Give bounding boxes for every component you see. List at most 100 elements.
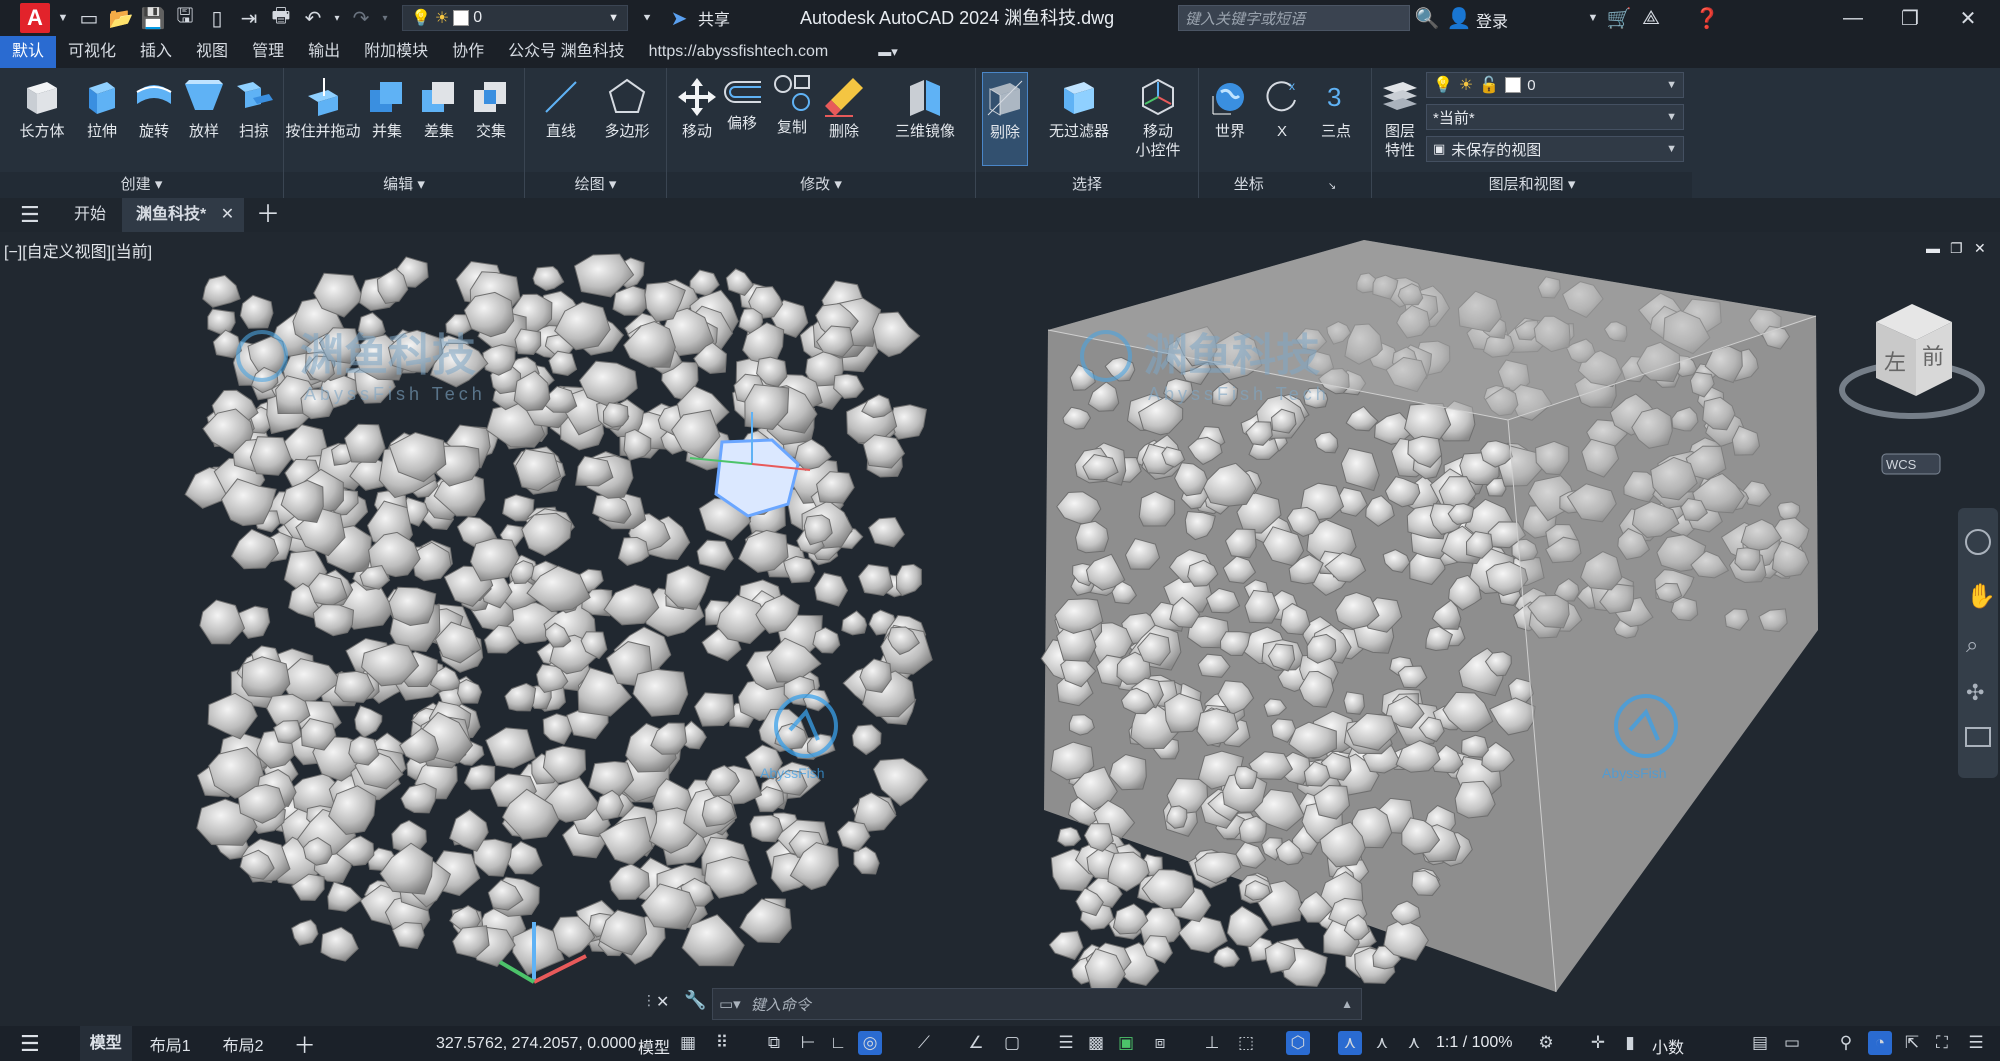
user-icon[interactable]: 👤 — [1446, 4, 1472, 32]
3point-ucs-tool[interactable]: 3 三点 — [1309, 68, 1363, 141]
panel-title-edit[interactable]: 编辑 ▾ — [284, 172, 524, 198]
wcs-menu[interactable]: WCS — [1881, 453, 1941, 475]
save-icon[interactable]: 💾 — [140, 4, 166, 32]
selection-filter-icon[interactable]: ⬚ — [1234, 1031, 1258, 1055]
lineweight-icon[interactable]: ☰ — [1054, 1031, 1078, 1055]
add-layout-icon[interactable]: ＋ — [294, 1028, 316, 1060]
object-snap-icon[interactable]: ▢ — [1000, 1031, 1024, 1055]
customize-toolbar-icon[interactable]: ⯆ — [634, 4, 660, 32]
tab-collaborate[interactable]: 协作 — [440, 36, 496, 68]
hamburger-menu-icon[interactable]: ☰ — [20, 198, 40, 232]
erase-tool[interactable]: 删除 — [817, 68, 871, 141]
layer-properties-tool[interactable]: 图层 特性 — [1374, 68, 1426, 160]
gizmo-status-icon[interactable]: ⬡ — [1286, 1031, 1310, 1055]
ribbon-options-icon[interactable]: ▬▾ — [866, 36, 910, 68]
sweep-tool[interactable]: 扫掠 — [224, 68, 284, 141]
navigation-bar[interactable]: ✋ ⌕ ✣ — [1958, 508, 1998, 778]
culling-tool[interactable]: 剔除 — [982, 72, 1028, 166]
no-filter-tool[interactable]: 无过滤器 — [1044, 68, 1114, 141]
copy-tool[interactable]: 复制 — [765, 68, 819, 137]
share-button[interactable]: 共享 — [698, 6, 730, 30]
hardware-acceleration-icon[interactable]: ◔ — [1868, 1031, 1892, 1055]
panel-title-create[interactable]: 创建 ▾ — [0, 172, 283, 198]
polar-tracking-icon[interactable]: ◎ — [858, 1031, 882, 1055]
x-ucs-tool[interactable]: x X — [1255, 68, 1309, 141]
transparency-icon[interactable]: ▩ — [1084, 1031, 1108, 1055]
help-icon[interactable]: ❓ — [1694, 4, 1720, 32]
command-customize-icon[interactable]: 🔧 — [684, 990, 706, 1011]
extrude-tool[interactable]: 拉伸 — [72, 68, 132, 141]
undo-icon[interactable]: ↶ — [300, 4, 326, 32]
clean-screen-icon[interactable]: ⇱ — [1900, 1031, 1924, 1055]
panel-title-draw[interactable]: 绘图 ▾ — [525, 172, 666, 198]
new-tab-icon[interactable]: ＋ — [256, 198, 280, 232]
line-tool[interactable]: 直线 — [531, 68, 591, 141]
import-icon[interactable]: ⇥ — [236, 4, 262, 32]
tab-wechat[interactable]: 公众号 渊鱼科技 — [496, 36, 636, 68]
minimize-icon[interactable]: — — [1840, 4, 1866, 32]
units-icon[interactable]: ▮ — [1618, 1031, 1642, 1055]
command-input[interactable]: 键入命令 — [751, 994, 811, 1015]
annotation-monitor-icon[interactable]: ✛ — [1586, 1031, 1610, 1055]
tab-addins[interactable]: 附加模块 — [352, 36, 440, 68]
snap-icon[interactable]: ⠿ — [710, 1031, 734, 1055]
tab-start[interactable]: 开始 — [74, 198, 106, 232]
close-tab-icon[interactable]: ✕ — [221, 206, 234, 223]
ortho-icon[interactable]: ∟ — [826, 1031, 850, 1055]
tab-manage[interactable]: 管理 — [240, 36, 296, 68]
infer-constraints-icon[interactable]: ⧉ — [762, 1031, 786, 1055]
tab-view[interactable]: 视图 — [184, 36, 240, 68]
workspace-gear-icon[interactable]: ⚙ — [1534, 1031, 1558, 1055]
3d-object-snap-icon[interactable]: ⧈ — [1148, 1031, 1172, 1055]
share-icon[interactable]: ➤ — [666, 4, 692, 32]
fullscreen-icon[interactable]: ⛶ — [1930, 1031, 1954, 1055]
layout-tab-1[interactable]: 布局1 — [150, 1032, 191, 1056]
box-tool[interactable]: 长方体 — [12, 68, 72, 141]
new-file-icon[interactable]: ▭ — [76, 4, 102, 32]
3d-mirror-tool[interactable]: 三维镜像 — [885, 68, 965, 141]
search-icon[interactable]: 🔍 — [1414, 4, 1440, 32]
isodraft-icon[interactable]: ⟋ — [912, 1031, 936, 1055]
cart-icon[interactable]: 🛒 — [1606, 4, 1632, 32]
undo-dropdown-icon[interactable]: ▾ — [332, 4, 342, 32]
intersect-tool[interactable]: 交集 — [466, 68, 516, 141]
command-history-icon[interactable]: ▭▾ — [719, 995, 741, 1013]
redo-icon[interactable]: ↷ — [348, 4, 374, 32]
account-dropdown-icon[interactable]: ▼ — [1580, 4, 1606, 32]
drawing-viewport[interactable]: 渊鱼科技 AbyssFish Tech 渊鱼科技 AbyssFish Tech … — [0, 232, 2000, 1026]
restore-icon[interactable]: ❐ — [1897, 4, 1923, 32]
redo-dropdown-icon[interactable]: ▾ — [380, 4, 390, 32]
dynamic-ucs-icon[interactable]: ⊥ — [1200, 1031, 1224, 1055]
visual-style-dropdown[interactable]: *当前* ▼ — [1426, 104, 1684, 130]
app-logo[interactable]: A — [20, 3, 50, 33]
search-input[interactable]: 键入关键字或短语 — [1178, 5, 1410, 31]
tab-document[interactable]: 渊鱼科技* ✕ — [122, 198, 245, 232]
isolate-objects-icon[interactable]: ⚲ — [1834, 1031, 1858, 1055]
viewport-close-icon[interactable]: ✕ — [1974, 240, 1986, 257]
named-view-dropdown[interactable]: ▣ 未保存的视图 ▼ — [1426, 136, 1684, 162]
panel-launcher-icon[interactable]: ↘ — [1328, 181, 1336, 192]
quick-layer-combo[interactable]: 💡 ☀ 0 ▼ — [402, 5, 628, 31]
web-mobile-icon[interactable]: ▯ — [204, 4, 230, 32]
plot-icon[interactable]: 🖶 — [268, 4, 294, 32]
command-expand-icon[interactable]: ▲ — [1341, 997, 1353, 1011]
dropdown-icon[interactable]: ▼ — [56, 4, 70, 32]
selection-cycling-icon[interactable]: ▣ — [1114, 1031, 1138, 1055]
layout-tab-2[interactable]: 布局2 — [223, 1032, 264, 1056]
close-icon[interactable]: ✕ — [1955, 4, 1981, 32]
command-line-grip-icon[interactable]: ⋮ — [642, 992, 656, 1009]
tab-output[interactable]: 输出 — [296, 36, 352, 68]
save-as-icon[interactable]: 🖫 — [172, 4, 198, 32]
polygon-tool[interactable]: 多边形 — [597, 68, 657, 141]
annotation-visibility-icon[interactable]: ⋏ — [1338, 1031, 1362, 1055]
auto-scale-icon[interactable]: ⋏ — [1370, 1031, 1394, 1055]
open-folder-icon[interactable]: 📂 — [108, 4, 134, 32]
command-close-icon[interactable]: ✕ — [656, 992, 669, 1012]
viewport-minimize-icon[interactable]: ▬ — [1926, 240, 1940, 256]
panel-title-layers-views[interactable]: 图层和视图 ▾ — [1372, 172, 1692, 198]
login-link[interactable]: 登录 — [1476, 8, 1508, 32]
lock-ui-icon[interactable]: ▭ — [1780, 1031, 1804, 1055]
viewport-controls-label[interactable]: [−][自定义视图][当前] — [4, 238, 152, 262]
annotation-scale-icon[interactable]: ⋏ — [1402, 1031, 1426, 1055]
viewport-restore-icon[interactable]: ❐ — [1950, 240, 1963, 257]
